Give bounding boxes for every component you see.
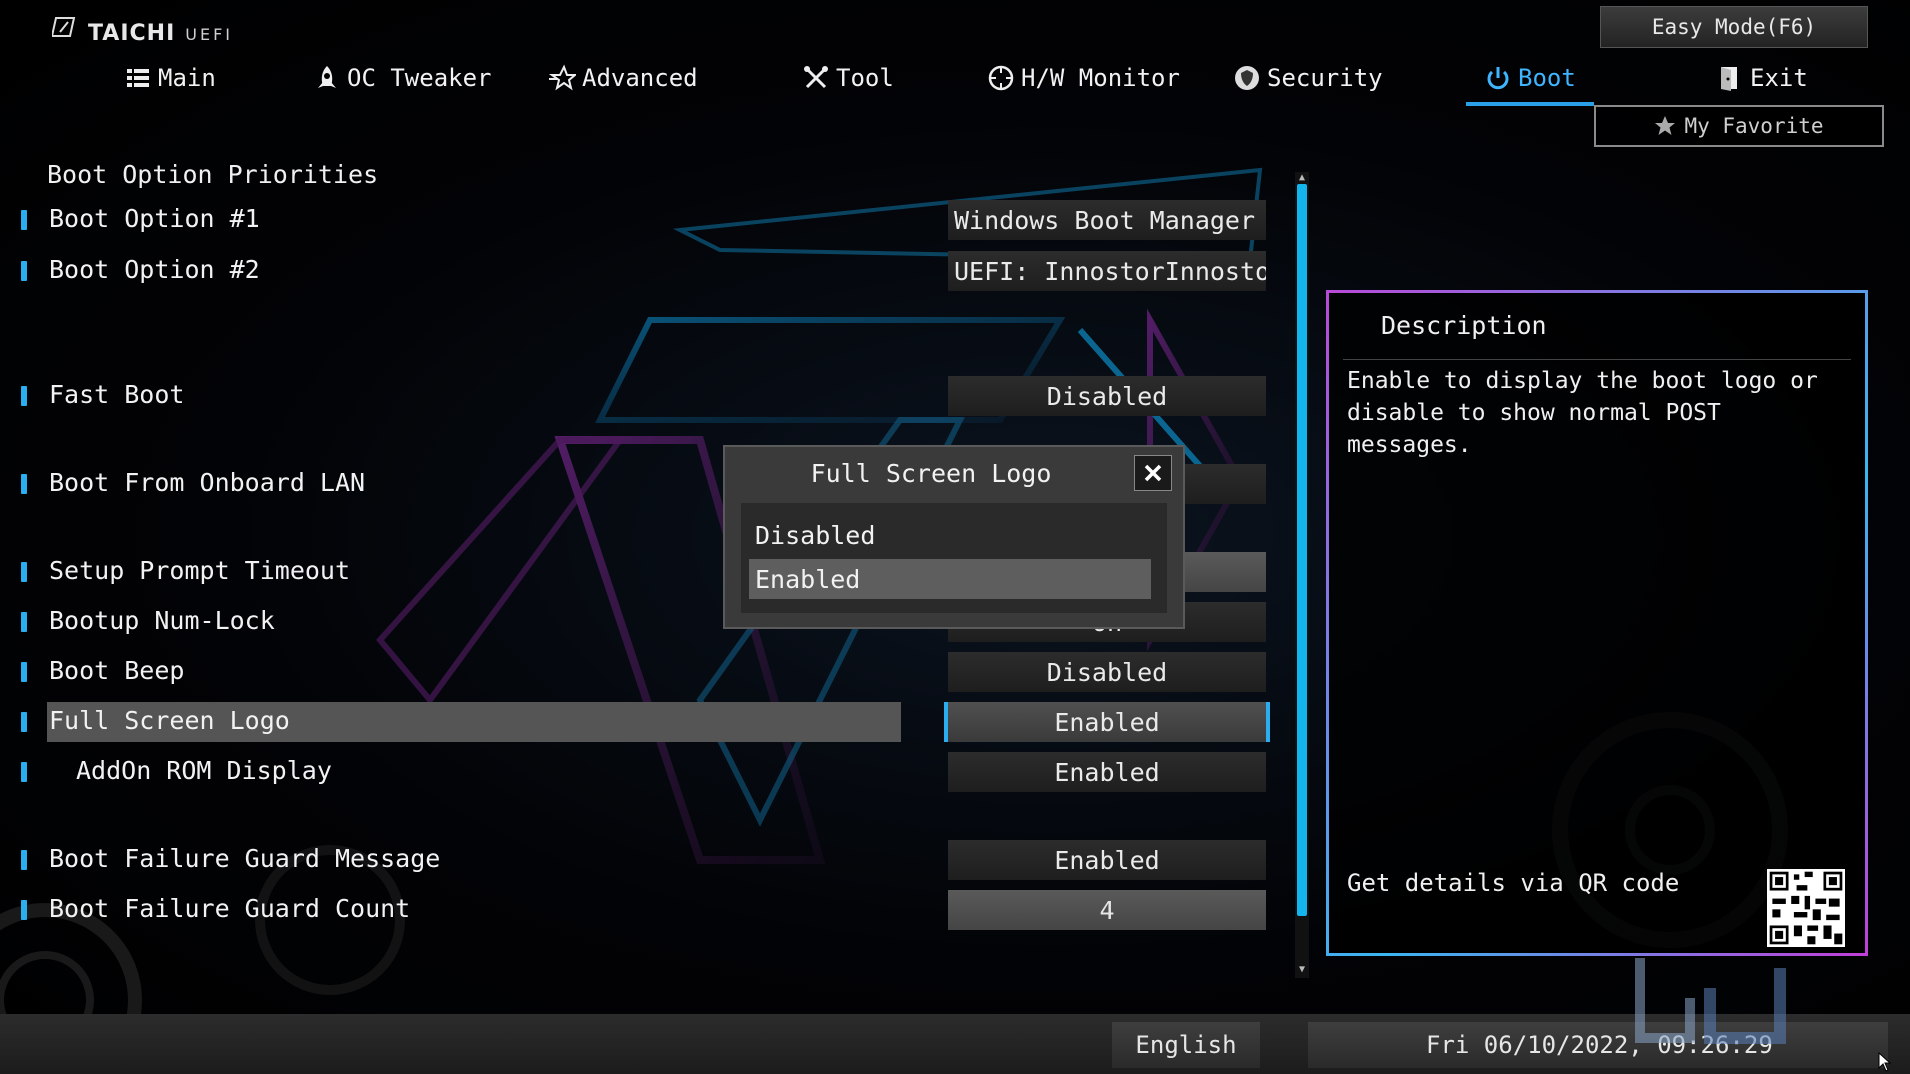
tab-label: H/W Monitor: [1021, 64, 1180, 92]
tab-boot[interactable]: Boot: [1466, 58, 1594, 106]
tab-label: OC Tweaker: [347, 64, 492, 92]
divider: [1343, 359, 1851, 360]
tools-icon: [804, 66, 828, 89]
setting-value[interactable]: Enabled: [948, 752, 1266, 792]
setting-row-fast-boot[interactable]: Fast Boot Disabled: [0, 376, 1280, 416]
tab-exit[interactable]: Exit: [1716, 58, 1808, 98]
setting-label: Boot Failure Guard Message: [49, 844, 441, 873]
row-marker: [21, 210, 27, 230]
row-marker: [21, 900, 27, 920]
setting-label: AddOn ROM Display: [76, 756, 332, 785]
description-panel: Description Enable to display the boot l…: [1326, 290, 1868, 956]
tab-oc-tweaker[interactable]: OC Tweaker: [313, 58, 492, 98]
row-marker: [21, 712, 27, 732]
setting-value[interactable]: Windows Boot Manager ...: [948, 200, 1266, 240]
tab-label: Boot: [1518, 64, 1576, 92]
boot-priorities-title: Boot Option Priorities: [47, 160, 379, 189]
popup-title: Full Screen Logo: [810, 459, 1052, 488]
popup-option-list: Disabled Enabled: [741, 503, 1167, 613]
easy-mode-button[interactable]: Easy Mode(F6): [1600, 6, 1868, 48]
description-title: Description: [1381, 311, 1547, 340]
tab-label: Main: [158, 64, 216, 92]
scrollbar-thumb[interactable]: [1297, 184, 1307, 916]
setting-row-boot-beep[interactable]: Boot Beep Disabled: [0, 652, 1280, 692]
uefi-label: UEFI: [185, 25, 234, 44]
row-marker: [21, 261, 27, 281]
rocket-icon: [318, 66, 336, 88]
row-marker: [21, 612, 27, 632]
shield-icon: [1235, 66, 1259, 90]
list-icon: [127, 69, 149, 87]
setting-label: Boot Option #1: [49, 204, 260, 233]
tab-security[interactable]: Security: [1233, 58, 1383, 98]
setting-value[interactable]: Disabled: [948, 376, 1266, 416]
popup-option-enabled[interactable]: Enabled: [749, 559, 1151, 599]
setting-row-boot-failure-guard-message[interactable]: Boot Failure Guard Message Enabled: [0, 840, 1280, 880]
tab-label: Exit: [1750, 64, 1808, 92]
setting-value[interactable]: Enabled: [948, 840, 1266, 880]
setting-label: Bootup Num-Lock: [49, 606, 275, 635]
setting-label: Boot Failure Guard Count: [49, 894, 411, 923]
setting-label: Fast Boot: [49, 380, 185, 409]
mouse-cursor-icon: [1878, 1052, 1892, 1072]
setting-label: Boot Option #2: [49, 255, 260, 284]
setting-label: Boot Beep: [49, 656, 185, 685]
popup-option-disabled[interactable]: Disabled: [749, 515, 1151, 555]
tab-tool[interactable]: Tool: [802, 58, 894, 98]
option-popup-dialog: Full Screen Logo Disabled Enabled: [723, 445, 1185, 629]
setting-value[interactable]: Disabled: [948, 652, 1266, 692]
setting-row-boot-option-2[interactable]: Boot Option #2 UEFI: InnostorInnosto...: [0, 251, 1280, 291]
row-marker: [21, 850, 27, 870]
setting-value[interactable]: 4: [948, 890, 1266, 930]
star-icon: [1655, 116, 1676, 135]
watermark-logo-icon: [1635, 958, 1786, 1044]
my-favorite-label: My Favorite: [1684, 114, 1824, 138]
setting-row-addon-rom-display[interactable]: AddOn ROM Display Enabled: [0, 752, 1280, 792]
tab-main[interactable]: Main: [124, 58, 216, 98]
close-button[interactable]: [1134, 455, 1172, 491]
scroll-down-arrow-icon[interactable]: ▼: [1296, 964, 1308, 976]
setting-row-boot-option-1[interactable]: Boot Option #1 Windows Boot Manager ...: [0, 200, 1280, 240]
close-icon: [1144, 464, 1162, 482]
row-marker: [21, 762, 27, 782]
qr-label: Get details via QR code: [1347, 869, 1680, 897]
setting-row-full-screen-logo[interactable]: Full Screen Logo Enabled: [0, 702, 1280, 742]
tab-label: Security: [1267, 64, 1383, 92]
my-favorite-button[interactable]: My Favorite: [1594, 105, 1884, 147]
exit-door-icon: [1721, 67, 1737, 91]
setting-row-boot-failure-guard-count[interactable]: Boot Failure Guard Count 4: [0, 890, 1280, 930]
taichi-mark-icon: [52, 17, 76, 37]
tab-advanced[interactable]: Advanced: [548, 58, 698, 98]
setting-label: Full Screen Logo: [49, 706, 290, 735]
description-text: Enable to display the boot logo or disab…: [1347, 368, 1818, 458]
taichi-logo: TAICHI UEFI: [52, 14, 233, 46]
tab-hw-monitor[interactable]: H/W Monitor: [987, 58, 1180, 98]
row-marker: [21, 562, 27, 582]
scroll-up-arrow-icon[interactable]: ▲: [1296, 172, 1308, 184]
setting-value[interactable]: UEFI: InnostorInnosto...: [948, 251, 1266, 291]
tab-label: Tool: [836, 64, 894, 92]
row-marker: [21, 474, 27, 494]
row-marker: [21, 386, 27, 406]
setting-label: Setup Prompt Timeout: [49, 556, 351, 585]
monitor-icon: [988, 65, 1014, 91]
top-nav: Main OC Tweaker Advanced Tool H/W Monito…: [0, 58, 1808, 106]
tab-label: Advanced: [582, 64, 698, 92]
brand-name: TAICHI: [88, 21, 176, 46]
language-button[interactable]: English: [1112, 1022, 1260, 1068]
setting-label: Boot From Onboard LAN: [49, 468, 366, 497]
qr-code-icon: [1767, 869, 1845, 947]
row-marker: [21, 662, 27, 682]
bios-screen: TAICHI UEFI Main OC Tweaker Advanced Too…: [0, 0, 1910, 1074]
power-icon: [1487, 67, 1509, 90]
star-icon: [548, 64, 576, 91]
setting-value[interactable]: Enabled: [944, 702, 1270, 742]
